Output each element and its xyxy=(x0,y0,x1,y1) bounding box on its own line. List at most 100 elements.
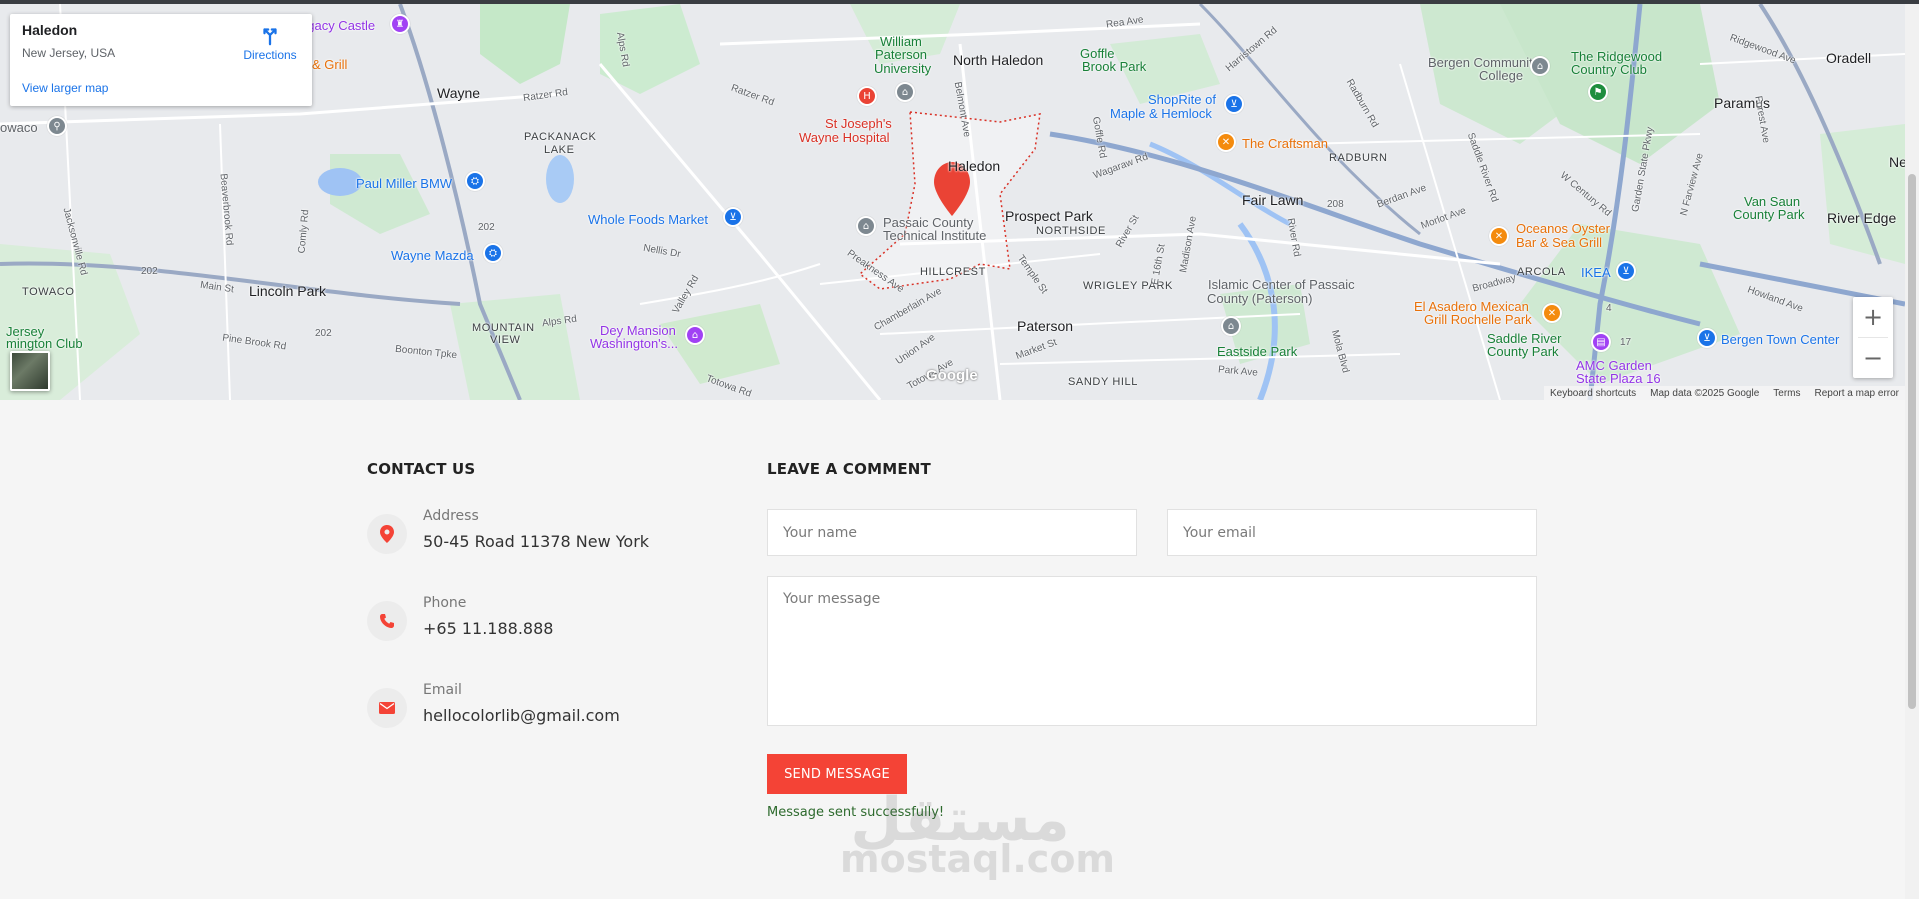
castle-poi-icon[interactable]: ♜ xyxy=(390,14,410,34)
map-label-eastside-park: Eastside Park xyxy=(1217,344,1298,359)
page-scrollbar[interactable] xyxy=(1905,4,1919,899)
terms-link[interactable]: Terms xyxy=(1773,388,1800,399)
map-label-hillcrest: HILLCREST xyxy=(920,266,986,278)
map-label-st-josephs: St Joseph's xyxy=(825,116,892,131)
map-label-grill: & Grill xyxy=(312,57,348,72)
address-label: Address xyxy=(423,508,479,524)
email-input[interactable] xyxy=(1167,509,1537,556)
map-label-state-plaza: State Plaza 16 xyxy=(1576,371,1661,386)
scrollbar-thumb[interactable] xyxy=(1908,174,1916,709)
place-info-card: Haledon New Jersey, USA View larger map … xyxy=(10,14,312,106)
view-larger-map-link[interactable]: View larger map xyxy=(22,81,108,95)
contact-us-title: CONTACT US xyxy=(367,460,476,478)
grocery-poi-icon[interactable]: ⊻ xyxy=(1224,94,1244,114)
map-label-ne: Ne xyxy=(1889,154,1905,170)
bike-poi-icon[interactable]: ⚲ xyxy=(47,116,67,136)
map-layers-toggle[interactable] xyxy=(10,351,50,391)
directions-button[interactable]: Directions xyxy=(235,24,305,62)
school-poi-icon[interactable]: ⌂ xyxy=(856,216,876,236)
university-poi-icon[interactable]: ⌂ xyxy=(895,82,915,102)
map-label-northside: NORTHSIDE xyxy=(1036,225,1106,237)
phone-value: +65 11.188.888 xyxy=(423,619,554,638)
map-label-mountain: MOUNTAIN xyxy=(472,322,535,334)
embedded-map[interactable]: egacy Castle & Grill owaco Wayne Ratzer … xyxy=(0,4,1905,400)
hospital-poi-icon[interactable]: H xyxy=(857,86,877,106)
map-label-packanack: PACKANACK xyxy=(524,131,597,143)
map-label-fair-lawn: Fair Lawn xyxy=(1242,192,1304,208)
map-label-rt17: 17 xyxy=(1620,337,1632,348)
map-label-rt202-c: 202 xyxy=(478,222,495,233)
map-label-brook-park: Brook Park xyxy=(1082,59,1147,74)
map-label-rt202-b: 202 xyxy=(315,328,332,339)
google-logo: Google xyxy=(926,367,978,384)
map-label-wayne-hospital: Wayne Hospital xyxy=(799,130,890,145)
directions-label: Directions xyxy=(243,48,297,62)
map-label-north-haledon: North Haledon xyxy=(953,52,1044,68)
map-label-county-park: County Park xyxy=(1487,344,1559,359)
map-label-university: University xyxy=(874,61,932,76)
map-label-wayne: Wayne xyxy=(437,85,481,101)
map-label-maple-hemlock: Maple & Hemlock xyxy=(1110,106,1212,121)
location-pin-icon xyxy=(367,514,407,554)
restaurant-poi-icon-3[interactable]: ✕ xyxy=(1542,303,1562,323)
name-input[interactable] xyxy=(767,509,1137,556)
email-label: Email xyxy=(423,682,462,698)
map-label-sandy-hill: SANDY HILL xyxy=(1068,376,1138,388)
keyboard-shortcuts-link[interactable]: Keyboard shortcuts xyxy=(1550,388,1636,399)
map-label-craftsman: The Craftsman xyxy=(1242,136,1328,151)
map-label-van-saun-county: County Park xyxy=(1733,207,1805,222)
cinema-poi-icon[interactable]: ▤ xyxy=(1591,332,1611,352)
report-error-link[interactable]: Report a map error xyxy=(1815,388,1899,399)
map-label-radburn: RADBURN xyxy=(1329,152,1388,164)
map-label-islamic-county: County (Paterson) xyxy=(1207,291,1313,306)
shopping-cart-poi-icon[interactable]: ⊻ xyxy=(723,207,743,227)
car-dealer-poi-icon-2[interactable]: ⛭ xyxy=(483,243,503,263)
leave-comment-title: LEAVE A COMMENT xyxy=(767,460,931,478)
contact-phone: Phone +65 11.188.888 xyxy=(367,595,687,655)
map-label-paul-miller: Paul Miller BMW xyxy=(356,176,453,191)
zoom-in-button[interactable]: + xyxy=(1853,297,1893,337)
map-label-bar-sea-grill: Bar & Sea Grill xyxy=(1516,235,1602,250)
map-label-prospect-park: Prospect Park xyxy=(1005,208,1093,224)
directions-icon xyxy=(263,28,277,46)
map-label-bergen-town-center: Bergen Town Center xyxy=(1721,332,1840,347)
message-textarea[interactable] xyxy=(767,576,1537,726)
map-label-mington-club: mington Club xyxy=(6,336,83,351)
map-label-technical-institute: Technical Institute xyxy=(883,228,987,243)
map-label-college: College xyxy=(1479,68,1524,83)
car-dealer-poi-icon[interactable]: ⛭ xyxy=(465,171,485,191)
store-poi-icon[interactable]: ⊻ xyxy=(1616,261,1636,281)
email-value: hellocolorlib@gmail.com xyxy=(423,706,620,725)
restaurant-poi-icon-2[interactable]: ✕ xyxy=(1489,226,1509,246)
golf-poi-icon[interactable]: ⚑ xyxy=(1588,82,1608,102)
map-label-shoprite: ShopRite of xyxy=(1148,92,1216,107)
map-label-paterson: Paterson xyxy=(875,47,928,62)
map-label-arcola: ARCOLA xyxy=(1517,266,1566,278)
zoom-out-button[interactable]: − xyxy=(1853,338,1893,378)
map-label-view: VIEW xyxy=(490,334,521,346)
map-label-oceanos: Oceanos Oyster xyxy=(1516,221,1610,236)
contact-address: Address 50-45 Road 11378 New York xyxy=(367,508,687,568)
restaurant-poi-icon[interactable]: ✕ xyxy=(1216,132,1236,152)
map-label-whole-foods: Whole Foods Market xyxy=(588,212,708,227)
place-region: New Jersey, USA xyxy=(22,46,116,60)
map-attribution-bar: Keyboard shortcuts Map data ©2025 Google… xyxy=(1543,386,1905,400)
mall-poi-icon[interactable]: ⊻ xyxy=(1697,328,1717,348)
museum-poi-icon[interactable]: ⌂ xyxy=(685,325,705,345)
mosque-poi-icon[interactable]: ⌂ xyxy=(1221,316,1241,336)
map-label-towaco-top: owaco xyxy=(0,120,38,135)
map-label-ikea: IKEA xyxy=(1581,265,1611,280)
map-label-grill-rochelle-park: Grill Rochelle Park xyxy=(1424,312,1532,327)
map-label-towaco: TOWACO xyxy=(22,286,75,298)
map-label-islamic-center: Islamic Center of Passaic xyxy=(1208,277,1355,292)
college-poi-icon[interactable]: ⌂ xyxy=(1530,56,1550,76)
watermark-latin: mostaql.com xyxy=(840,837,1116,881)
map-label-paterson-city: Paterson xyxy=(1017,318,1074,334)
map-label-rt4: 4 xyxy=(1606,303,1612,314)
mostaql-watermark: مستقل mostaql.com xyxy=(840,785,1116,895)
map-label-wayne-mazda: Wayne Mazda xyxy=(391,248,474,263)
map-label-dey-mansion-2: Washington's... xyxy=(590,336,678,351)
map-data-text: Map data ©2025 Google xyxy=(1650,387,1760,399)
place-name: Haledon xyxy=(22,22,78,38)
phone-icon xyxy=(367,601,407,641)
